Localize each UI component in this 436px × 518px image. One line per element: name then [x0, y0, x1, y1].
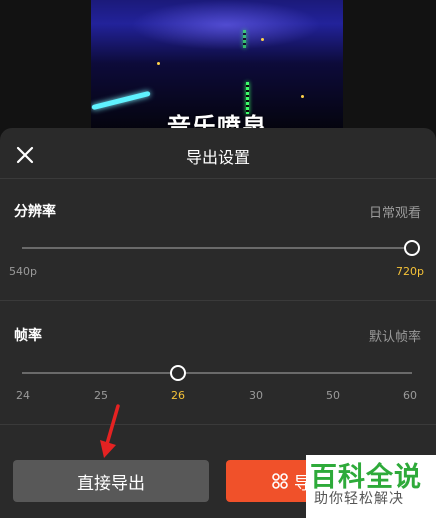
- framerate-tick[interactable]: 60: [403, 389, 417, 402]
- framerate-label: 帧率: [14, 328, 42, 344]
- stage-light-glow: [131, 0, 321, 50]
- light-dot: [261, 38, 264, 41]
- watermark-logo: 百科全说 助你轻松解决: [306, 455, 436, 518]
- framerate-slider-thumb[interactable]: [170, 365, 186, 381]
- resolution-slider-thumb[interactable]: [404, 240, 420, 256]
- green-light-bar: [243, 30, 246, 48]
- divider: [0, 424, 436, 425]
- resolution-slider-track[interactable]: [22, 247, 405, 249]
- framerate-tick-selected[interactable]: 26: [171, 389, 185, 402]
- light-dot: [301, 95, 304, 98]
- annotation-arrow-icon: [100, 404, 120, 458]
- divider: [0, 300, 436, 301]
- video-preview: 音乐喷泉: [91, 0, 343, 132]
- framerate-tick[interactable]: 30: [249, 389, 263, 402]
- framerate-tick[interactable]: 50: [326, 389, 340, 402]
- resolution-label: 分辨率: [14, 204, 56, 220]
- light-dot: [157, 62, 160, 65]
- divider: [0, 178, 436, 179]
- framerate-hint: 默认帧率: [368, 330, 421, 345]
- grid-icon: [272, 473, 288, 489]
- framerate-tick[interactable]: 24: [16, 389, 30, 402]
- resolution-hint: 日常观看: [368, 206, 421, 221]
- watermark-subtitle: 助你轻松解决: [314, 491, 404, 507]
- framerate-tick[interactable]: 25: [94, 389, 108, 402]
- direct-export-button[interactable]: 直接导出: [13, 460, 209, 502]
- resolution-min-label: 540p: [9, 265, 37, 278]
- framerate-slider-track[interactable]: [22, 372, 412, 374]
- sheet-title: 导出设置: [185, 148, 250, 167]
- resolution-max-label: 720p: [396, 265, 424, 278]
- direct-export-label: 直接导出: [77, 473, 145, 494]
